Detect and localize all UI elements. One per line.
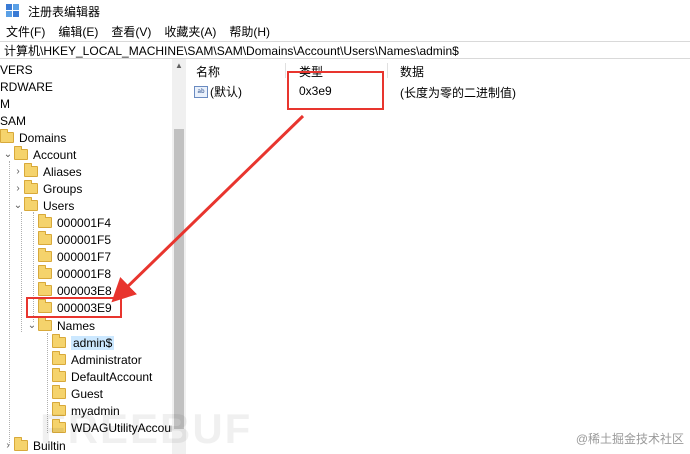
arrow-line <box>111 114 305 303</box>
arrow-annotation <box>111 114 305 303</box>
watermark-ghost: FREEBUF <box>40 405 253 452</box>
watermark: @稀土掘金技术社区 <box>575 432 684 446</box>
